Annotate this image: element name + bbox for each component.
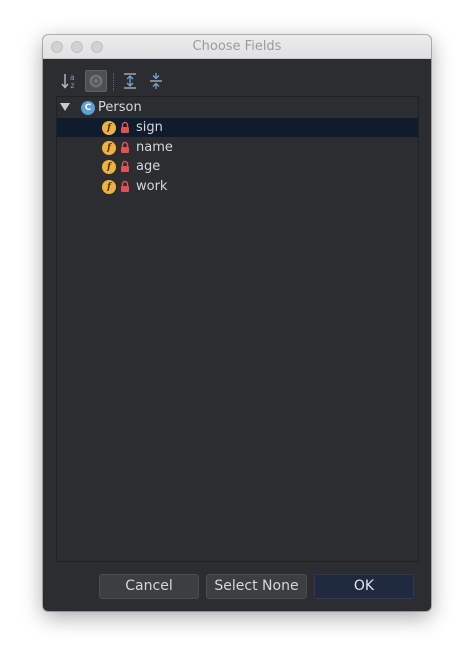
private-lock-icon xyxy=(121,141,129,153)
choose-fields-dialog: Choose Fields a z C Person f sign f name… xyxy=(43,35,431,611)
fields-tree[interactable]: C Person f sign f name f age f work xyxy=(56,96,419,562)
field-row[interactable]: f sign xyxy=(57,118,418,137)
collapse-all-icon xyxy=(150,73,162,89)
private-lock-icon xyxy=(121,121,129,133)
field-row[interactable]: f age xyxy=(57,157,418,176)
collapse-all-button[interactable] xyxy=(145,70,167,92)
sort-alphabetically-icon: a z xyxy=(61,73,75,90)
ok-button[interactable]: OK xyxy=(314,574,414,599)
private-lock-icon xyxy=(121,160,129,172)
field-icon: f xyxy=(102,180,116,194)
field-label: sign xyxy=(136,120,163,135)
expand-all-icon xyxy=(124,73,136,89)
expand-all-button[interactable] xyxy=(119,70,141,92)
sort-alphabetically-button[interactable]: a z xyxy=(59,70,81,92)
private-lock-icon xyxy=(121,180,129,192)
field-label: name xyxy=(136,140,173,155)
field-icon: f xyxy=(102,141,116,155)
class-icon: C xyxy=(81,101,95,115)
tree-node-class[interactable]: C Person xyxy=(57,98,418,117)
class-label: Person xyxy=(98,100,142,115)
field-icon: f xyxy=(102,121,116,135)
field-row[interactable]: f name xyxy=(57,138,418,157)
field-label: age xyxy=(136,159,161,174)
field-row[interactable]: f work xyxy=(57,177,418,196)
field-icon: f xyxy=(102,160,116,174)
window-title: Choose Fields xyxy=(192,39,282,54)
field-label: work xyxy=(136,179,168,194)
title-bar[interactable]: Choose Fields xyxy=(43,35,431,59)
show-classes-icon xyxy=(89,74,103,88)
toolbar-separator xyxy=(113,73,115,91)
svg-text:z: z xyxy=(71,81,75,90)
show-classes-toggle[interactable] xyxy=(85,70,107,92)
expand-triangle-icon[interactable] xyxy=(60,103,70,111)
cancel-button[interactable]: Cancel xyxy=(99,574,199,599)
select-none-button[interactable]: Select None xyxy=(206,574,307,599)
